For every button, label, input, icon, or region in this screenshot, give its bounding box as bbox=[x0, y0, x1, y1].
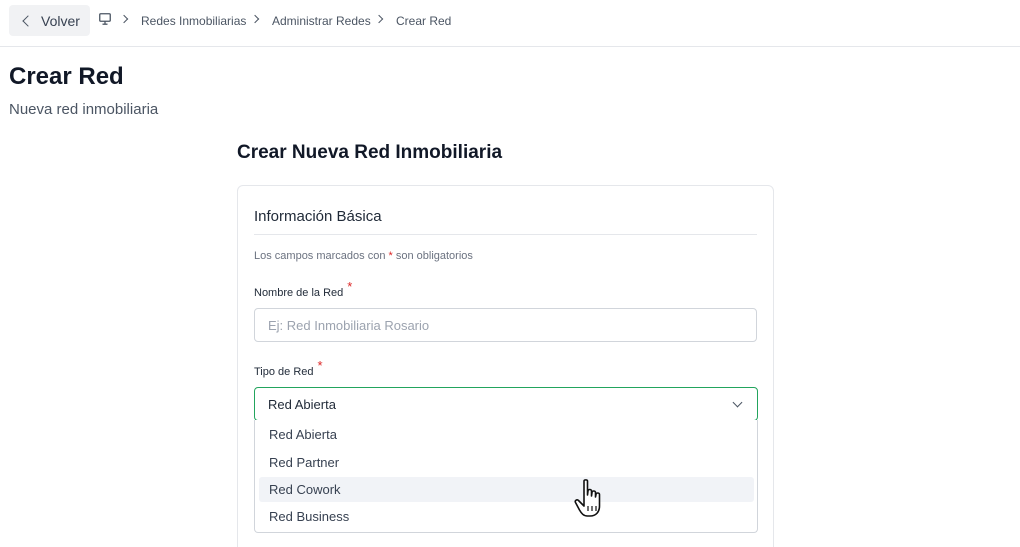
required-star: * bbox=[347, 279, 353, 294]
breadcrumb-crear-red: Crear Red bbox=[396, 14, 452, 28]
chevron-down-icon[interactable] bbox=[732, 397, 743, 408]
section-title: Información Básica bbox=[254, 208, 382, 225]
required-fields-note: Los campos marcados con * son obligatori… bbox=[254, 250, 473, 262]
required-star: * bbox=[317, 358, 323, 373]
name-label-text: Nombre de la Red bbox=[254, 287, 344, 299]
section-divider bbox=[254, 234, 757, 235]
basic-info-card: Información Básica Los campos marcados c… bbox=[237, 185, 774, 547]
network-name-input[interactable] bbox=[254, 308, 757, 342]
breadcrumb-administrar-redes[interactable]: Administrar Redes bbox=[272, 14, 371, 28]
top-bar: Volver Redes Inmobiliarias Administrar R… bbox=[0, 0, 1020, 47]
chevron-right-icon bbox=[374, 14, 384, 24]
form-title: Crear Nueva Red Inmobiliaria bbox=[237, 142, 503, 163]
required-note-suffix: son obligatorios bbox=[392, 250, 473, 262]
page-subtitle: Nueva red inmobiliaria bbox=[9, 101, 159, 118]
required-note-prefix: Los campos marcados con bbox=[254, 250, 389, 262]
chevron-right-icon bbox=[119, 14, 129, 24]
name-field-label: Nombre de la Red * bbox=[254, 279, 352, 299]
option-red-cowork[interactable]: Red Cowork bbox=[259, 477, 754, 502]
option-red-business[interactable]: Red Business bbox=[259, 504, 754, 529]
option-red-abierta[interactable]: Red Abierta bbox=[259, 422, 754, 447]
network-type-dropdown: Red Abierta Red Partner Red Cowork Red B… bbox=[254, 420, 758, 533]
chevron-left-icon bbox=[22, 14, 34, 27]
back-button-label: Volver bbox=[41, 12, 80, 29]
chevron-right-icon bbox=[250, 14, 260, 24]
network-type-select[interactable]: Red Abierta bbox=[254, 387, 758, 421]
hand-pointer-cursor bbox=[574, 479, 601, 517]
page-title: Crear Red bbox=[9, 63, 124, 90]
network-type-selected-value: Red Abierta bbox=[268, 396, 336, 412]
monitor-icon[interactable] bbox=[99, 13, 111, 25]
back-button[interactable]: Volver bbox=[9, 5, 90, 36]
option-red-partner[interactable]: Red Partner bbox=[259, 450, 754, 475]
type-label-text: Tipo de Red bbox=[254, 366, 314, 378]
breadcrumb-redes-inmobiliarias[interactable]: Redes Inmobiliarias bbox=[141, 14, 246, 28]
type-field-label: Tipo de Red * bbox=[254, 358, 323, 378]
